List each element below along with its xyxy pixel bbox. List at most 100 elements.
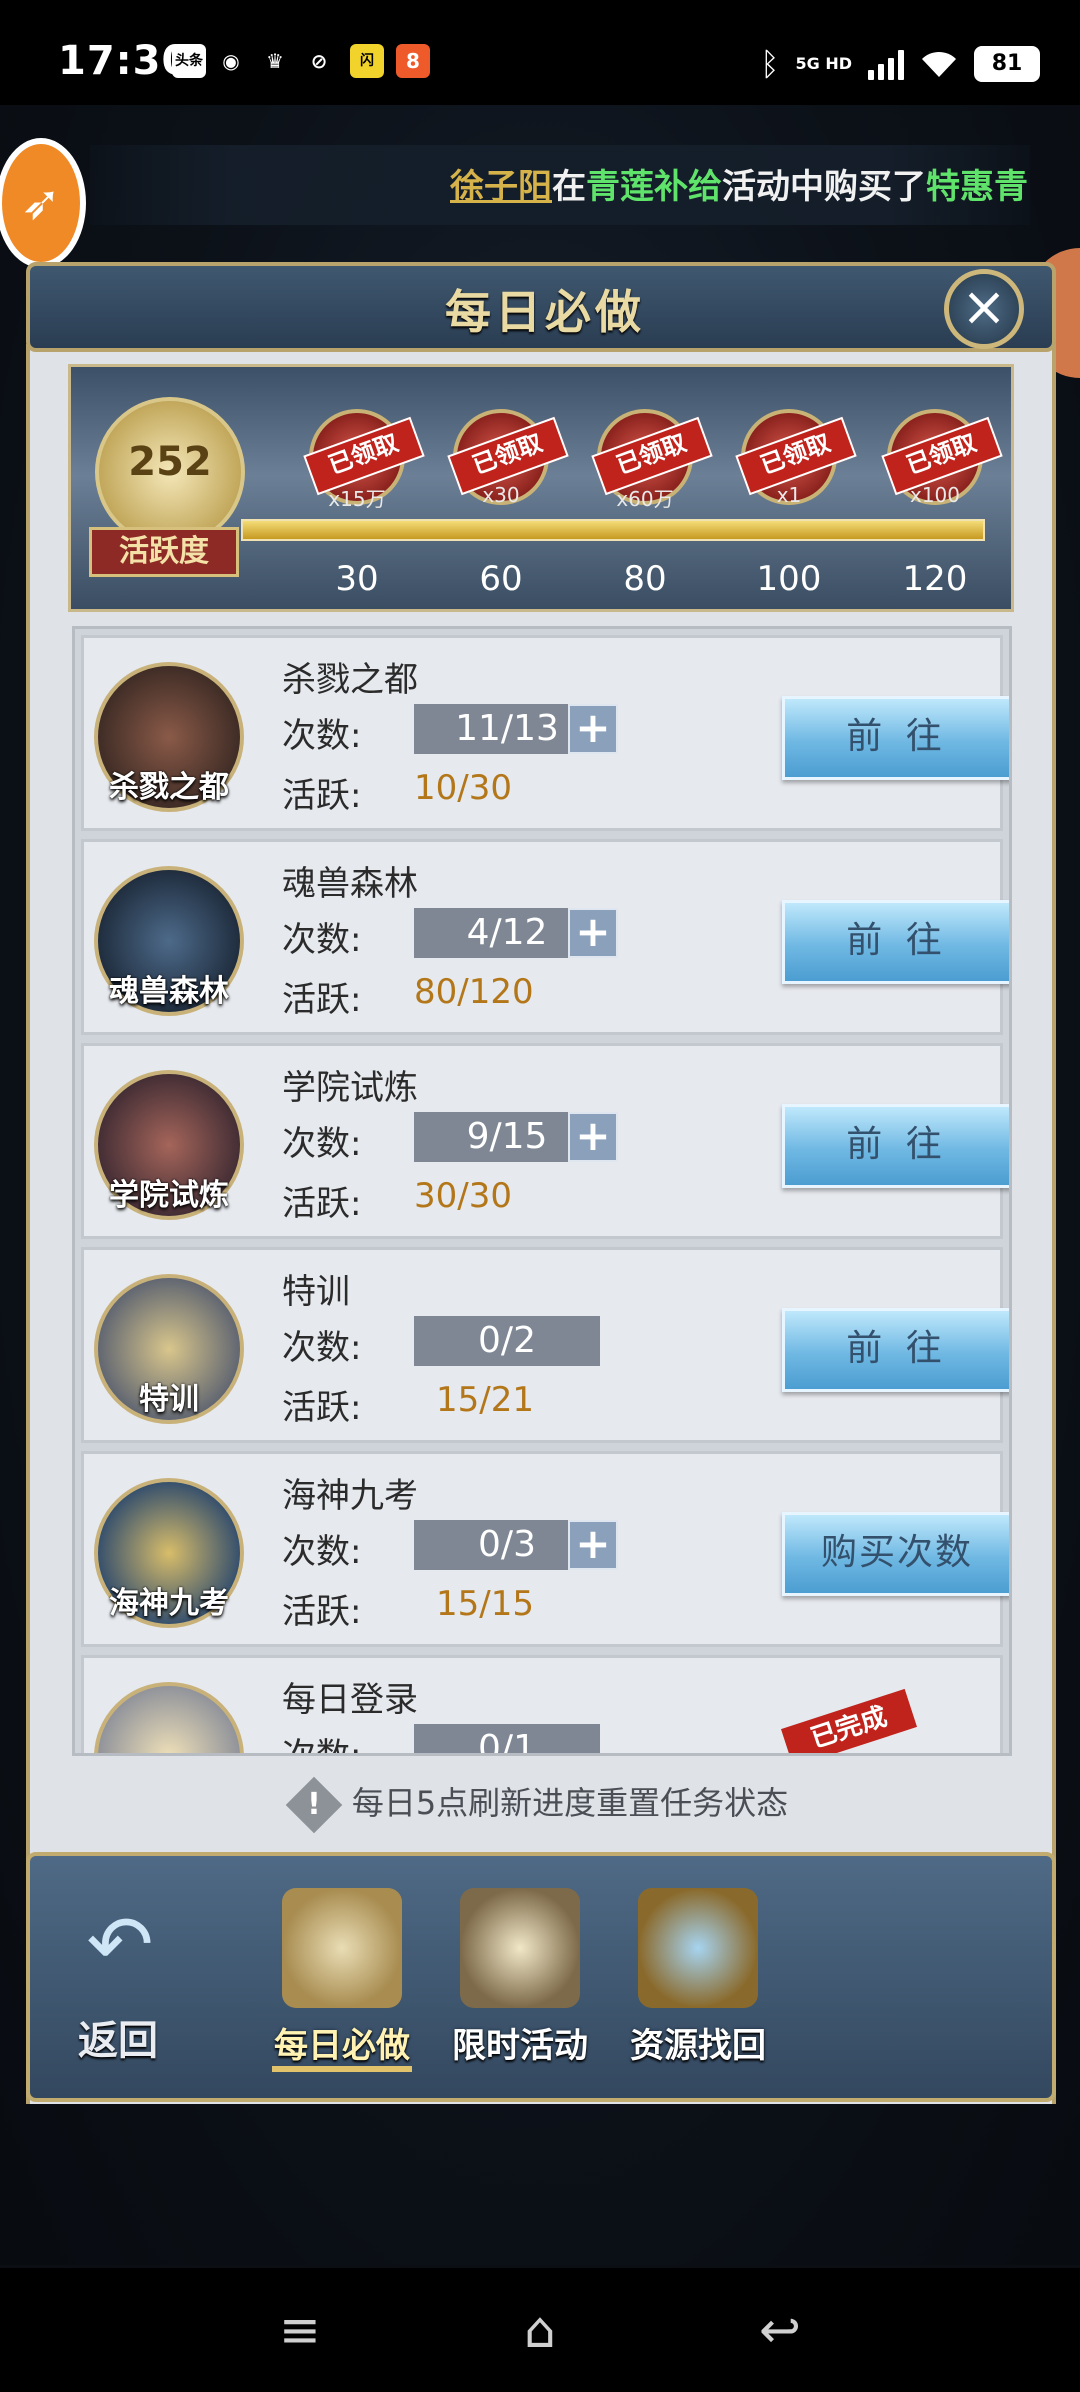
reward-chest[interactable]: 已领取 x1 [735, 409, 857, 507]
rocket-icon[interactable]: ➶ [0, 138, 86, 268]
beast-icon: 魂兽森林 [94, 866, 244, 1016]
add-count-button[interactable]: + [568, 1112, 618, 1162]
warning-icon: ! [285, 1776, 343, 1834]
active-value: 15/21 [436, 1380, 534, 1420]
activity-progress-bar [241, 519, 985, 541]
back-arrow-icon: ↶ [86, 1898, 154, 1991]
task-icon-label: 学院试炼 [109, 1178, 229, 1213]
reward-chest[interactable]: 已领取 x100 [881, 409, 1003, 507]
crown-icon: ♛ [266, 49, 284, 73]
milestone-label: 120 [902, 559, 968, 599]
milestone-label: 60 [479, 559, 523, 599]
trident-icon: 海神九考 [94, 1478, 244, 1628]
bluetooth-icon: ᛒ [760, 45, 780, 83]
academy-icon: 学院试炼 [94, 1070, 244, 1220]
task-icon-label: 特训 [139, 1382, 199, 1417]
reward-amount: x15万 [328, 487, 386, 511]
task-title: 每日登录 [282, 1680, 418, 1720]
active-value: 30/30 [414, 1176, 512, 1216]
app8-icon: 8 [396, 44, 430, 78]
add-count-button[interactable]: + [568, 908, 618, 958]
active-label: 活跃: [282, 1592, 362, 1632]
panel-title: 每日必做 [445, 285, 645, 339]
task-row-xueyuan: 学院试炼 学院试炼 次数: 9/15 + 活跃: 30/30 前 往 [81, 1043, 1009, 1239]
reward-amount: x30 [482, 483, 520, 507]
warning-glyph: ! [306, 1787, 321, 1822]
count-label: 次数: [282, 1736, 362, 1756]
count-label: 次数: [282, 920, 362, 960]
network-label: 5G HD [795, 54, 852, 73]
count-label: 次数: [282, 1328, 362, 1368]
active-label: 活跃: [282, 776, 362, 816]
back-icon[interactable]: ↩ [750, 2300, 810, 2360]
menu-icon[interactable]: ≡ [270, 2300, 330, 2360]
task-row-texun: 特训 特训 次数: 0/2 活跃: 15/21 前 往 [81, 1247, 1009, 1443]
buy-count-button[interactable]: 购买次数 [782, 1512, 1009, 1596]
reset-notice: ! 每日5点刷新进度重置任务状态 [26, 1776, 1056, 1834]
task-icon-label: 魂兽森林 [109, 974, 229, 1009]
scroll-quill-icon [94, 1682, 244, 1753]
ticker-part2: 活动中购买了 [722, 167, 926, 207]
tab-recover[interactable]: 资源找回 [618, 1878, 778, 2078]
clock: 17:30 [58, 38, 191, 84]
task-title: 特训 [282, 1272, 350, 1312]
reward-amount: x1 [776, 483, 802, 507]
task-title: 魂兽森林 [282, 864, 418, 904]
status-right: ᛒ 5G HD 81 [760, 44, 1040, 84]
completed-stamp: 已完成 [781, 1688, 917, 1753]
notice-text: 每日5点刷新进度重置任务状态 [351, 1784, 789, 1822]
bottom-nav: ↶ 返回 每日必做 限时活动 资源找回 [26, 1852, 1056, 2102]
ticker-item: 特惠青 [926, 167, 1028, 207]
reward-chest[interactable]: 已领取 x30 [447, 409, 569, 507]
go-button[interactable]: 前 往 [782, 1104, 1009, 1188]
daily-tasks-panel: 每日必做 × 252 活跃度 已领取 x15万 30 已领取 x30 60 已领… [26, 262, 1056, 2104]
reward-chest[interactable]: 已领取 x15万 [303, 409, 425, 511]
active-label: 活跃: [282, 1184, 362, 1224]
close-button[interactable]: × [944, 269, 1024, 349]
back-button[interactable]: ↶ 返回 [58, 1900, 178, 2070]
clock-book-icon [460, 1888, 580, 2008]
activity-points: 252 [128, 439, 212, 485]
shanxian-icon: 闪 [350, 44, 384, 78]
active-value: 80/120 [414, 972, 534, 1012]
active-value: 10/30 [414, 768, 512, 808]
goblet-icon: 杀戮之都 [94, 662, 244, 812]
task-icon-label: 杀戮之都 [109, 770, 229, 805]
milestone-label: 80 [623, 559, 667, 599]
milestone-label: 30 [335, 559, 379, 599]
tab-label: 资源找回 [630, 2026, 766, 2066]
count-label: 次数: [282, 1532, 362, 1572]
home-icon[interactable]: ⌂ [510, 2300, 570, 2360]
wifi-icon [920, 49, 958, 79]
task-title: 海神九考 [282, 1476, 418, 1516]
reward-amount: x100 [909, 483, 960, 507]
ticker-player[interactable]: 徐子阳 [450, 167, 552, 207]
reward-chest[interactable]: 已领取 x60万 [591, 409, 713, 511]
go-button[interactable]: 前 往 [782, 1308, 1009, 1392]
task-row-login: 每日登录 次数: 0/1 已完成 [81, 1655, 1003, 1756]
task-title: 学院试炼 [282, 1068, 418, 1108]
count-label: 次数: [282, 716, 362, 756]
wechat-icon: ◉ [222, 49, 240, 73]
signal-icon [868, 48, 904, 80]
add-count-button[interactable]: + [568, 1520, 618, 1570]
active-label: 活跃: [282, 1388, 362, 1428]
tab-limited[interactable]: 限时活动 [440, 1878, 600, 2078]
scroll-icon [282, 1888, 402, 2008]
active-label: 活跃: [282, 980, 362, 1020]
task-row-shalu: 杀戮之都 杀戮之都 次数: 11/13 + 活跃: 10/30 前 往 [81, 635, 1009, 831]
go-button[interactable]: 前 往 [782, 696, 1009, 780]
ticker-part1: 在 [552, 167, 586, 207]
announcement-ticker: 徐子阳在青莲补给活动中购买了特惠青 [90, 145, 1030, 225]
add-count-button[interactable]: + [568, 704, 618, 754]
battery-indicator: 81 [974, 46, 1040, 82]
task-icon-label: 海神九考 [109, 1586, 229, 1621]
system-nav-bar: ≡ ⌂ ↩ [0, 2268, 1080, 2392]
tab-daily[interactable]: 每日必做 [262, 1878, 422, 2078]
ticker-text: 徐子阳在青莲补给活动中购买了特惠青 [450, 159, 1028, 208]
milestone-label: 100 [756, 559, 822, 599]
ticker-activity: 青莲补给 [586, 167, 722, 207]
panel-title-bar: 每日必做 × [26, 262, 1056, 352]
task-list[interactable]: 杀戮之都 杀戮之都 次数: 11/13 + 活跃: 10/30 前 往 魂兽森林… [72, 626, 1012, 1756]
go-button[interactable]: 前 往 [782, 900, 1009, 984]
